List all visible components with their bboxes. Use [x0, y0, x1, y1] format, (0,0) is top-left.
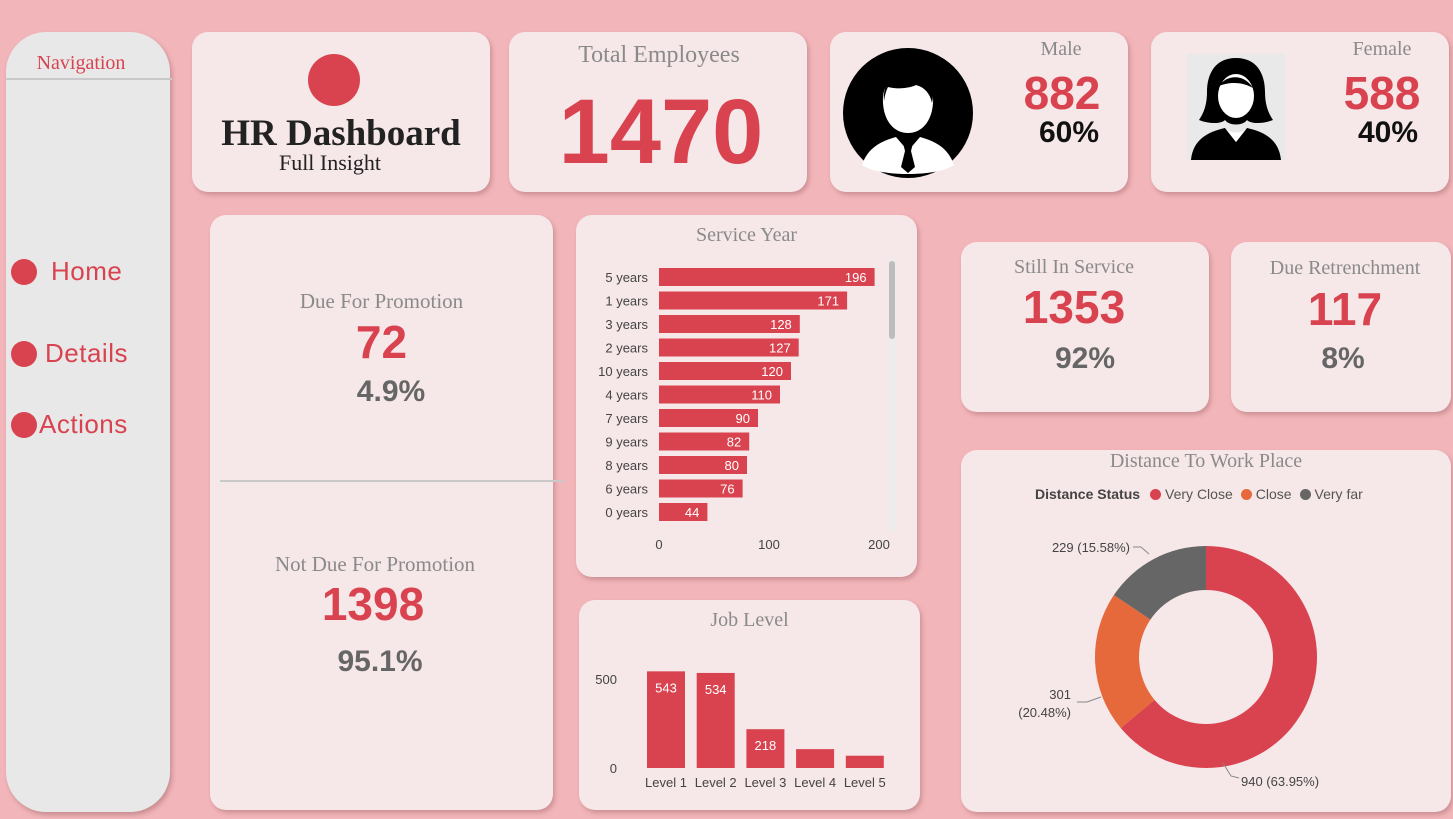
- service-year-card: Service Year 5 years 196 1 years 171 3 years…: [576, 215, 917, 577]
- distance-donut-chart: 940 (63.95%) 301 (20.48%) 229 (15.58%): [1018, 540, 1319, 789]
- service-year-category-label: 9 years: [605, 435, 648, 450]
- due-retrenchment-percent: 8%: [1321, 342, 1365, 375]
- job-level-bar[interactable]: [796, 749, 835, 768]
- nav-item-label: Actions: [39, 409, 128, 439]
- service-year-category-label: 7 years: [605, 411, 648, 426]
- not-due-promotion-value: 1398: [321, 578, 425, 630]
- job-level-category-label: Level 4: [794, 775, 836, 790]
- logo-dot-icon: [308, 54, 360, 106]
- male-avatar-icon: [843, 48, 973, 178]
- still-in-service-label: Still In Service: [1014, 256, 1134, 278]
- promotion-divider: [220, 480, 564, 482]
- job-level-value-label: 543: [655, 680, 677, 695]
- service-year-value-label: 127: [769, 341, 791, 356]
- donut-label-very-close: 940 (63.95%): [1241, 774, 1319, 789]
- job-level-category-label: Level 5: [844, 775, 886, 790]
- service-year-value-label: 171: [817, 294, 839, 309]
- job-level-category-label: Level 2: [695, 775, 737, 790]
- female-value: 588: [1343, 67, 1421, 119]
- due-retrenchment-label: Due Retrenchment: [1269, 257, 1421, 279]
- service-year-category-label: 3 years: [605, 317, 648, 332]
- due-retrenchment-card: Due Retrenchment 117 8%: [1231, 242, 1451, 412]
- page-subtitle: Full Insight: [278, 150, 382, 175]
- page-title: HR Dashboard: [221, 113, 461, 154]
- service-year-bar[interactable]: [659, 503, 708, 521]
- service-year-category-label: 5 years: [605, 270, 648, 285]
- job-level-chart: 0 500 543 Level 1 534 Level 2 218 Level 3 Level …: [595, 671, 886, 790]
- job-level-value-label: 218: [755, 738, 777, 753]
- still-in-service-percent: 92%: [1054, 342, 1116, 375]
- navigation-title: Navigation: [36, 52, 126, 74]
- service-year-category-label: 2 years: [605, 341, 648, 356]
- not-due-promotion-label: Not Due For Promotion: [274, 552, 476, 576]
- male-card: Male 882 60%: [830, 32, 1128, 192]
- service-year-category-label: 4 years: [605, 388, 648, 403]
- navigation-divider: [6, 78, 172, 80]
- actions-dot-icon: [11, 411, 37, 438]
- still-in-service-card: Still In Service 1353 92%: [961, 242, 1209, 412]
- nav-item-actions[interactable]: Actions: [11, 409, 128, 440]
- job-level-card: Job Level 0 500 543 Level 1 534 Level 2 218 Lev…: [579, 600, 920, 810]
- nav-item-details[interactable]: Details: [11, 338, 128, 369]
- donut-label-close-percent: (20.48%): [1018, 705, 1071, 720]
- due-promotion-label: Due For Promotion: [299, 289, 464, 313]
- not-due-promotion-percent: 95.1%: [337, 645, 423, 678]
- due-promotion-value: 72: [355, 316, 408, 368]
- service-year-value-label: 110: [751, 388, 772, 403]
- male-percent: 60%: [1038, 116, 1100, 149]
- navigation-panel: Navigation Home Details Actions: [6, 32, 172, 812]
- service-year-scrollbar-track[interactable]: [888, 259, 896, 531]
- distance-card: Distance To Work Place Distance Status V…: [961, 450, 1451, 812]
- service-year-bar[interactable]: [659, 268, 875, 286]
- donut-leader-line: [1077, 696, 1102, 703]
- service-year-category-label: 0 years: [605, 505, 648, 520]
- service-year-category-label: 8 years: [605, 458, 648, 473]
- nav-item-label: Home: [51, 256, 123, 286]
- male-label: Male: [1040, 38, 1082, 60]
- still-in-service-value: 1353: [1022, 281, 1126, 333]
- job-level-bar[interactable]: [845, 755, 884, 768]
- title-card: HR Dashboard Full Insight: [192, 32, 490, 192]
- service-year-x-tick: 0: [655, 537, 662, 552]
- service-year-chart: 5 years 196 1 years 171 3 years 128 2 years 127…: [598, 268, 890, 552]
- service-year-category-label: 1 years: [605, 294, 648, 309]
- female-percent: 40%: [1357, 116, 1419, 149]
- male-value: 882: [1023, 67, 1101, 119]
- job-level-category-label: Level 3: [744, 775, 786, 790]
- service-year-category-label: 6 years: [605, 482, 648, 497]
- home-dot-icon: [11, 258, 37, 285]
- service-year-value-label: 128: [770, 317, 792, 332]
- donut-leader-line: [1133, 546, 1150, 555]
- promotion-card: Due For Promotion 72 4.9% Not Due For Pr…: [210, 215, 564, 810]
- due-retrenchment-value: 117: [1307, 283, 1383, 335]
- nav-item-label: Details: [45, 338, 128, 368]
- total-employees-card: Total Employees 1470: [509, 32, 807, 192]
- job-level-value-label: 534: [705, 682, 727, 697]
- service-year-value-label: 80: [725, 458, 739, 473]
- service-year-scrollbar-thumb[interactable]: [889, 261, 895, 339]
- service-year-category-label: 10 years: [598, 364, 648, 379]
- job-level-y-tick: 500: [595, 672, 617, 687]
- nav-item-home[interactable]: Home: [11, 256, 122, 287]
- service-year-value-label: 82: [727, 435, 741, 450]
- total-employees-value: 1470: [558, 81, 764, 183]
- service-year-value-label: 90: [736, 411, 750, 426]
- due-promotion-percent: 4.9%: [356, 375, 426, 408]
- service-year-x-tick: 200: [868, 537, 890, 552]
- female-card: Female 588 40%: [1151, 32, 1449, 192]
- total-employees-label: Total Employees: [578, 42, 740, 68]
- female-label: Female: [1352, 38, 1412, 60]
- job-level-y-tick: 0: [610, 761, 617, 776]
- details-dot-icon: [11, 340, 37, 367]
- service-year-value-label: 120: [761, 364, 783, 379]
- service-year-value-label: 44: [685, 505, 699, 520]
- female-avatar-icon: [1187, 54, 1285, 160]
- service-year-value-label: 76: [720, 482, 734, 497]
- donut-label-very-far: 229 (15.58%): [1052, 540, 1130, 555]
- job-level-category-label: Level 1: [645, 775, 687, 790]
- service-year-value-label: 196: [845, 270, 867, 285]
- service-year-x-tick: 100: [758, 537, 780, 552]
- donut-label-close-count: 301: [1049, 687, 1071, 702]
